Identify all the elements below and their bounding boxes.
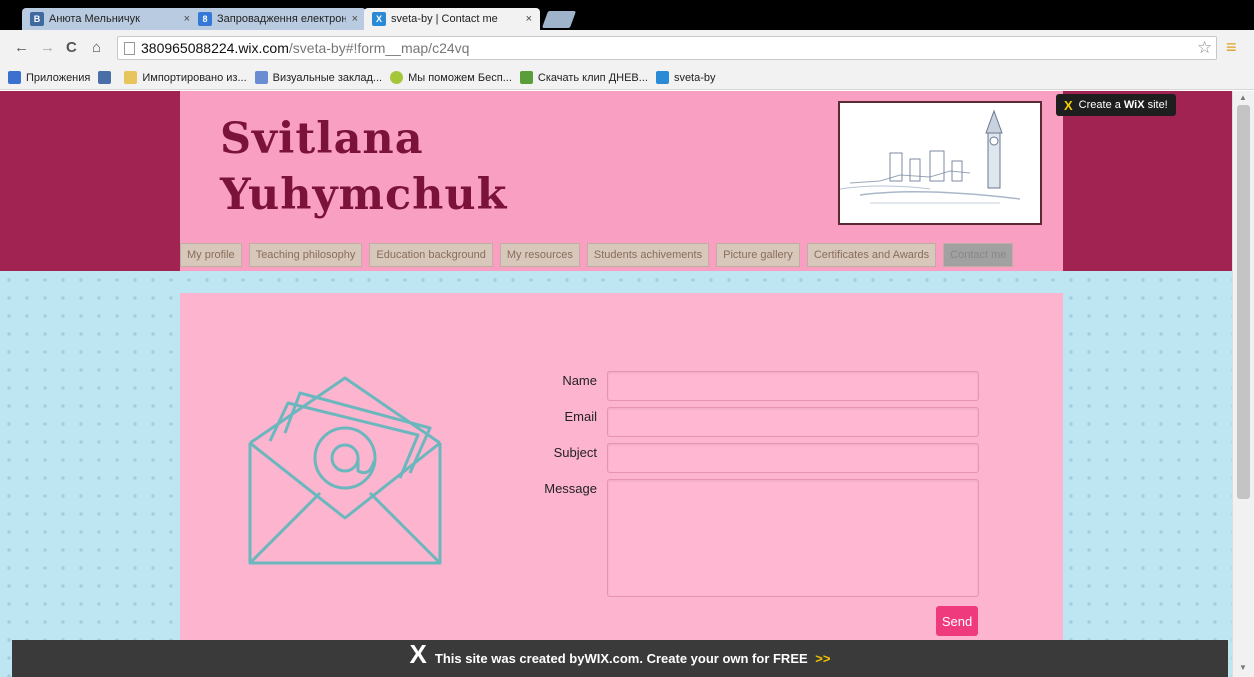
big-ben-sketch-icon [839, 109, 1021, 204]
reload-icon[interactable]: C [66, 39, 77, 56]
nav-my-profile[interactable]: My profile [180, 243, 242, 267]
grid-icon [254, 71, 268, 84]
google-plus-favicon-icon: 8 [198, 12, 212, 26]
nav-contact-me[interactable]: Contact me [943, 243, 1014, 267]
nav-my-resources[interactable]: My resources [499, 243, 580, 267]
wix-footer-banner[interactable]: X This site was created by WIX.com . Cre… [12, 639, 1228, 677]
bookmark-label: Мы поможем Бесп... [408, 71, 512, 84]
home-icon[interactable]: ⌂ [92, 39, 101, 56]
bookmark-star-icon[interactable]: ☆ [1197, 38, 1212, 58]
vk-icon [98, 71, 112, 84]
bookmark-vk[interactable] [98, 71, 116, 84]
bookmark-label: Визуальные заклад... [272, 71, 383, 84]
email-label: Email [564, 409, 597, 424]
footer-arrows: >> [815, 651, 831, 666]
scroll-up-icon[interactable]: ▲ [1239, 93, 1247, 102]
bookmark-label: Скачать клип ДНЕВ... [537, 71, 648, 84]
bookmarks-bar: Приложения Импортировано из... Визуальны… [0, 66, 1254, 90]
site-title-line1: Svitlana [220, 114, 424, 164]
url-host: 380965088224.wix.com [141, 40, 289, 56]
browser-toolbar: ← → C ⌂ 380965088224.wix.com /sveta-by#!… [0, 30, 1254, 66]
email-field[interactable] [607, 407, 979, 437]
address-bar[interactable]: 380965088224.wix.com /sveta-by#!form__ma… [117, 36, 1217, 60]
site-title-line2: Yuhymchuk [220, 170, 508, 220]
message-label: Message [544, 481, 597, 496]
browser-tab-active[interactable]: X sveta-by | Contact me × [364, 8, 540, 30]
nav-students-achivements[interactable]: Students achivements [586, 243, 710, 267]
wix-logo-icon: X [409, 639, 427, 669]
name-field[interactable] [607, 371, 979, 401]
scroll-down-icon[interactable]: ▼ [1239, 663, 1247, 672]
scrollbar-thumb[interactable] [1237, 105, 1250, 499]
bookmark-sveta-by[interactable]: sveta-by [655, 71, 716, 84]
bookmark-label: sveta-by [673, 71, 716, 84]
tab-title: Запровадження електрон [217, 13, 346, 25]
url-path: /sveta-by#!form__map/c24vq [288, 40, 470, 56]
forward-arrow-icon[interactable]: → [40, 39, 55, 56]
back-arrow-icon[interactable]: ← [14, 39, 29, 56]
nav-teaching-philosophy[interactable]: Teaching philosophy [248, 243, 363, 267]
name-label: Name [562, 373, 597, 388]
tab-title: sveta-by | Contact me [391, 13, 498, 25]
web-page: Svitlana Yuhymchuk X Create a WiX site! … [0, 91, 1254, 677]
nav-certificates-awards[interactable]: Certificates and Awards [806, 243, 937, 267]
footer-brand: WIX.com [584, 651, 640, 666]
create-wix-suffix: site! [1147, 99, 1168, 111]
bookmark-visual[interactable]: Визуальные заклад... [254, 71, 383, 84]
folder-icon [124, 71, 138, 84]
bookmark-label: Приложения [26, 71, 91, 84]
bookmark-clip[interactable]: Скачать клип ДНЕВ... [519, 71, 648, 84]
page-icon [124, 41, 135, 55]
android-icon [390, 71, 404, 84]
footer-text-after: . Create your own for FREE [639, 651, 812, 666]
subject-field[interactable] [607, 443, 979, 473]
tab-title: Анюта Мельничук [49, 13, 140, 25]
apps-icon [8, 71, 21, 84]
contact-panel: Name Email Subject Message Send [180, 293, 1063, 677]
vk-favicon-icon: B [30, 12, 44, 26]
bookmark-label: Импортировано из... [142, 71, 247, 84]
wix-logo-icon: X [1064, 97, 1073, 113]
browser-tab[interactable]: B Анюта Мельничук × [22, 8, 198, 30]
site-nav: My profile Teaching philosophy Education… [180, 243, 1020, 267]
new-tab-button[interactable] [541, 11, 577, 28]
vertical-scrollbar[interactable]: ▲ ▼ [1232, 91, 1254, 677]
browser-tab[interactable]: 8 Запровадження електрон × [190, 8, 366, 30]
footer-text-before: This site was created by [434, 651, 585, 666]
create-wix-brand: WiX [1123, 99, 1145, 111]
wix-icon [655, 71, 669, 84]
browser-tab-strip: B Анюта Мельничук × 8 Запровадження елек… [0, 0, 1254, 30]
bookmark-imported-folder[interactable]: Импортировано из... [124, 71, 247, 84]
london-sketch-image [838, 101, 1042, 225]
create-wix-site-button[interactable]: X Create a WiX site! [1056, 94, 1176, 116]
bookmark-apps[interactable]: Приложения [8, 71, 90, 84]
send-button[interactable]: Send [936, 606, 978, 636]
bookmark-help[interactable]: Мы поможем Бесп... [390, 71, 512, 84]
subject-label: Subject [553, 445, 597, 460]
message-field[interactable] [607, 479, 979, 597]
nav-picture-gallery[interactable]: Picture gallery [716, 243, 800, 267]
tab-close-icon[interactable]: × [526, 13, 532, 25]
clip-icon [519, 71, 533, 84]
wix-favicon-icon: X [372, 12, 386, 26]
tab-close-icon[interactable]: × [352, 13, 358, 25]
site-title: Svitlana Yuhymchuk [220, 111, 507, 223]
nav-education-background[interactable]: Education background [369, 243, 493, 267]
create-wix-prefix: Create a [1078, 99, 1121, 111]
browser-menu-icon[interactable]: ≡ [1226, 37, 1237, 58]
email-envelope-icon [248, 376, 442, 565]
